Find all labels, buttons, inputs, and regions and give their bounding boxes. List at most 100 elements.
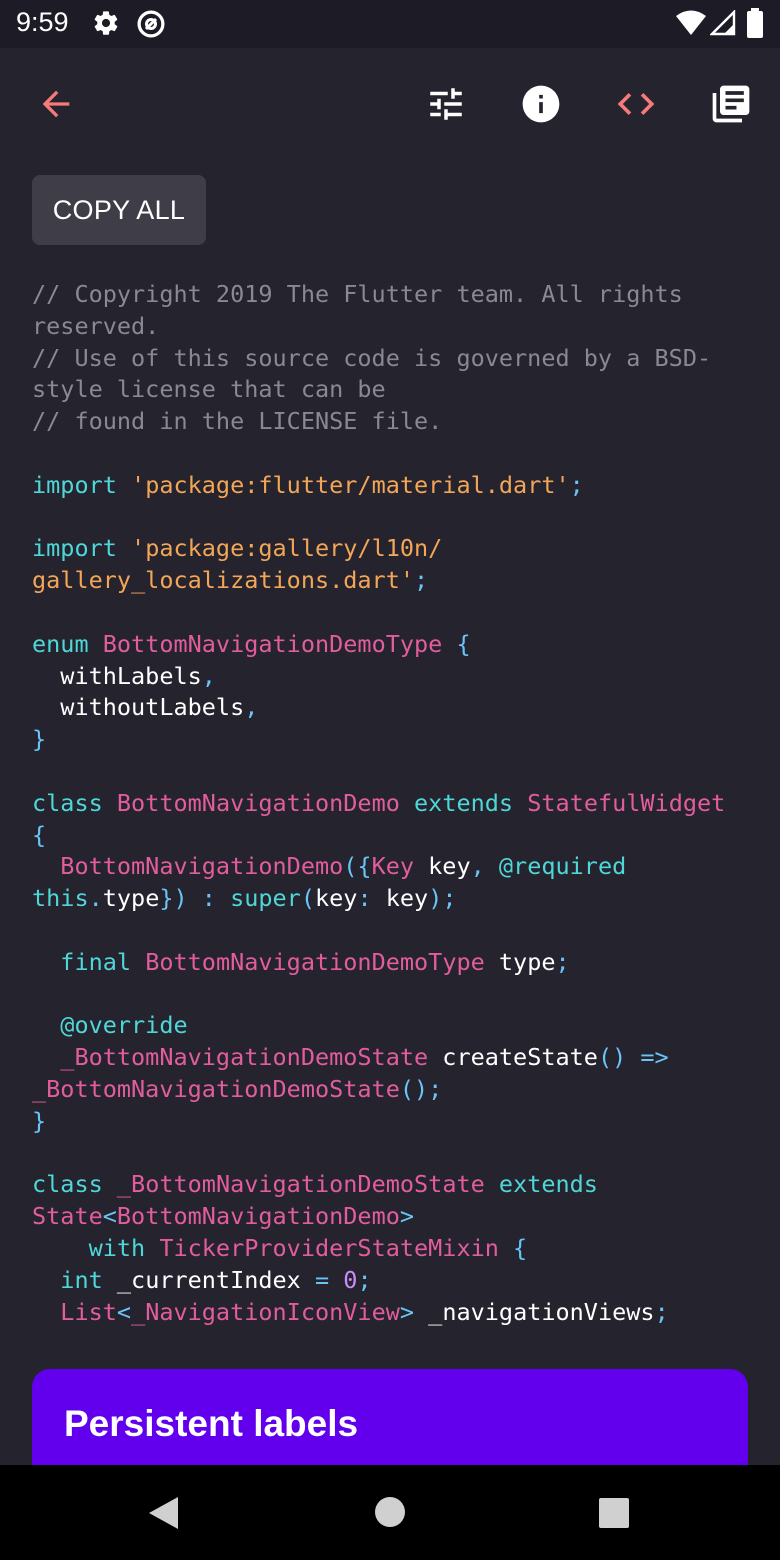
code-token: 0	[343, 1265, 358, 1294]
code-token: gallery_localizations.dart'	[32, 566, 415, 595]
code-line: gallery_localizations.dart';	[32, 565, 752, 597]
code-token: _BottomNavigationDemoState	[32, 1074, 400, 1103]
code-token: }	[32, 1106, 47, 1135]
code-token: extends	[414, 788, 514, 817]
code-token: createState	[428, 1043, 598, 1072]
code-token: :	[357, 884, 386, 913]
code-token: StatefulWidget	[527, 788, 726, 817]
code-token: import	[32, 534, 117, 563]
code-token: );	[428, 884, 457, 913]
code-line: import 'package:flutter/material.dart';	[32, 470, 752, 502]
code-token: ();	[399, 1074, 443, 1103]
code-token: List	[60, 1297, 117, 1326]
demo-preview-card[interactable]: Persistent labels	[32, 1369, 748, 1479]
preview-title: Persistent labels	[64, 1403, 359, 1444]
code-token: ;	[555, 947, 570, 976]
code-token: _currentIndex	[102, 1265, 301, 1294]
code-token: }) :	[159, 884, 231, 913]
code-line: reserved.	[32, 311, 752, 343]
documentation-button[interactable]	[703, 78, 759, 134]
code-token: _BottomNavigationDemoState	[60, 1043, 429, 1072]
code-token: class	[32, 1170, 103, 1199]
code-token: // Use of this source code is governed b…	[32, 343, 712, 372]
recents-square-icon[interactable]	[598, 1497, 630, 1534]
signal-icon	[709, 9, 736, 41]
code-line: _BottomNavigationDemoState createState()…	[32, 1042, 752, 1074]
code-token: withLabels	[32, 661, 202, 690]
options-button[interactable]	[418, 78, 474, 134]
code-token: 'package:flutter/material.dart'	[131, 470, 570, 499]
code-token: (	[300, 884, 315, 913]
settings-icon	[92, 9, 120, 42]
code-token: >	[399, 1297, 415, 1326]
code-token: <	[102, 1202, 117, 1231]
code-token: State	[32, 1202, 103, 1231]
code-line: BottomNavigationDemo({Key key, @required	[32, 851, 752, 883]
code-line: State<BottomNavigationDemo>	[32, 1201, 752, 1233]
code-token: withoutLabels	[32, 693, 245, 722]
code-token: Key	[371, 852, 415, 881]
code-token: style license that can be	[32, 375, 386, 404]
code-line: with TickerProviderStateMixin {	[32, 1233, 752, 1265]
copy-all-button[interactable]: COPY ALL	[32, 175, 206, 245]
code-token: _navigationViews	[414, 1297, 655, 1326]
code-token: }	[32, 725, 47, 754]
info-button[interactable]	[513, 78, 569, 134]
code-token: key	[385, 884, 429, 913]
code-token: ,	[201, 661, 216, 690]
code-token: reserved.	[32, 311, 160, 340]
back-button[interactable]	[28, 78, 84, 134]
code-line: import 'package:gallery/l10n/	[32, 533, 752, 565]
code-token: _NavigationIconView	[131, 1297, 400, 1326]
code-token: ;	[414, 566, 429, 595]
source-code-block: // Copyright 2019 The Flutter team. All …	[32, 279, 752, 1328]
code-line: // Copyright 2019 The Flutter team. All …	[32, 279, 752, 311]
code-line: }	[32, 1106, 752, 1138]
code-line: withoutLabels,	[32, 692, 752, 724]
code-token: BottomNavigationDemoType	[145, 947, 485, 976]
code-line: final BottomNavigationDemoType type;	[32, 947, 752, 979]
code-token: key	[315, 884, 358, 913]
home-circle-icon[interactable]	[374, 1496, 406, 1533]
back-triangle-icon[interactable]	[146, 1495, 180, 1536]
code-token: @required	[498, 852, 627, 881]
code-token: @override	[32, 1011, 188, 1040]
code-token: >	[399, 1202, 415, 1231]
code-token: class	[32, 788, 103, 817]
code-line: }	[32, 724, 752, 756]
code-token: TickerProviderStateMixin	[159, 1233, 499, 1262]
code-token: super	[230, 884, 301, 913]
code-token: extends	[498, 1170, 598, 1199]
code-token: 'package:gallery/l10n/	[131, 534, 443, 563]
code-line: class BottomNavigationDemo extends State…	[32, 788, 752, 820]
battery-icon	[746, 8, 764, 43]
code-line: @override	[32, 1010, 752, 1042]
code-token: ;	[569, 470, 584, 499]
code-token: int	[60, 1265, 103, 1294]
code-line: List<_NavigationIconView> _navigationVie…	[32, 1297, 752, 1329]
code-line: style license that can be	[32, 374, 752, 406]
code-line: class _BottomNavigationDemoState extends	[32, 1169, 752, 1201]
wifi-icon	[676, 10, 706, 41]
code-icon	[614, 82, 658, 131]
status-time: 9:59	[16, 7, 69, 37]
code-token: BottomNavigationDemoType	[102, 629, 443, 658]
code-token: {	[32, 820, 47, 849]
code-token: // Copyright 2019 The Flutter team. All …	[32, 280, 683, 308]
code-token: ,	[244, 693, 259, 722]
code-token: // found in the LICENSE file.	[32, 407, 443, 436]
code-button[interactable]	[608, 78, 664, 134]
